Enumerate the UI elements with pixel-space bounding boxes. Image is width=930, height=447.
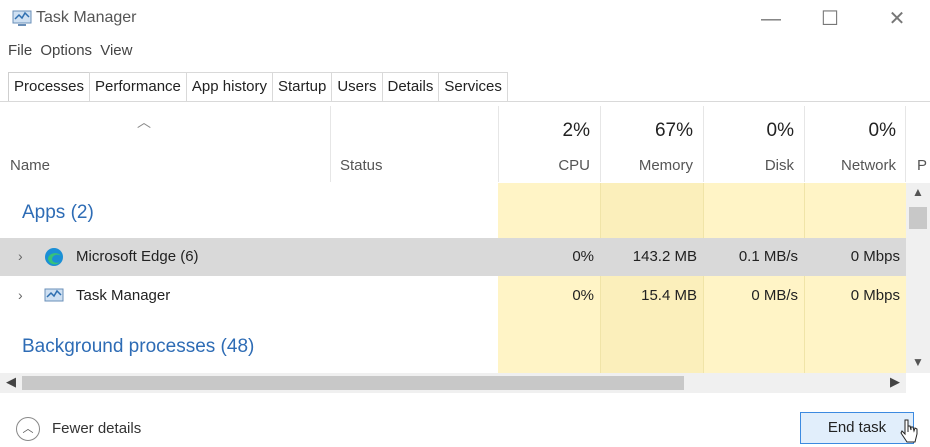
tab-details[interactable]: Details: [381, 72, 440, 101]
menu-view[interactable]: View: [100, 42, 132, 59]
tab-services[interactable]: Services: [438, 72, 508, 101]
network-value: 0 Mbps: [850, 287, 900, 304]
column-header-cpu[interactable]: CPU: [558, 157, 590, 174]
table-row[interactable]: › Task Manager 0% 15.4 MB 0 MB/s 0 Mbps: [0, 277, 910, 315]
column-divider: [703, 106, 704, 182]
sort-caret-icon: ︿: [137, 114, 151, 130]
scroll-down-icon[interactable]: ▼: [906, 355, 930, 369]
end-task-button[interactable]: End task: [800, 412, 914, 444]
scroll-up-icon[interactable]: ▲: [906, 185, 930, 199]
disk-total-percent: 0%: [766, 120, 794, 141]
tab-performance[interactable]: Performance: [89, 72, 187, 101]
column-header-status[interactable]: Status: [340, 157, 383, 174]
group-header-background[interactable]: Background processes (48): [22, 336, 254, 358]
edge-icon: [45, 248, 63, 266]
memory-total-percent: 67%: [654, 120, 693, 141]
column-header-network[interactable]: Network: [841, 157, 896, 174]
vertical-scrollbar[interactable]: ▲ ▼: [906, 183, 930, 373]
expand-chevron-icon[interactable]: ›: [18, 248, 23, 264]
column-header-name[interactable]: Name: [10, 157, 50, 174]
cpu-value: 0%: [572, 287, 594, 304]
cpu-total-percent: 2%: [562, 120, 590, 141]
close-button[interactable]: ✕: [882, 6, 912, 32]
memory-value: 15.4 MB: [641, 287, 697, 304]
scrollbar-thumb[interactable]: [909, 207, 927, 229]
column-divider: [804, 106, 805, 182]
tab-startup[interactable]: Startup: [271, 72, 333, 101]
network-value: 0 Mbps: [850, 248, 900, 265]
scroll-right-icon[interactable]: ▶: [890, 374, 900, 390]
network-total-percent: 0%: [868, 120, 896, 141]
process-name: Task Manager: [76, 287, 171, 304]
title-bar: Task Manager — ☐ ✕: [0, 0, 930, 38]
tab-app-history[interactable]: App history: [185, 72, 273, 101]
minimize-button[interactable]: —: [756, 6, 786, 32]
tab-bar: Processes Performance App history Startu…: [8, 72, 508, 102]
column-divider: [330, 106, 331, 182]
tab-users[interactable]: Users: [331, 72, 383, 101]
menu-options[interactable]: Options: [40, 42, 92, 59]
disk-value: 0.1 MB/s: [738, 248, 798, 265]
maximize-button[interactable]: ☐: [815, 6, 845, 32]
task-manager-icon: [12, 10, 32, 26]
table-row[interactable]: › Microsoft Edge (6) 0% 143.2 MB 0.1 MB/…: [0, 238, 910, 276]
disk-value: 0 MB/s: [751, 287, 798, 304]
column-divider: [600, 106, 601, 182]
column-header-disk[interactable]: Disk: [765, 157, 794, 174]
scroll-left-icon[interactable]: ◀: [6, 374, 16, 390]
column-divider: [905, 106, 906, 182]
tab-processes[interactable]: Processes: [8, 72, 91, 102]
scrollbar-thumb[interactable]: [22, 376, 684, 390]
menu-bar: File Options View: [8, 42, 136, 62]
cpu-value: 0%: [572, 248, 594, 265]
mouse-cursor-icon: [900, 419, 918, 443]
task-manager-icon: [44, 288, 64, 302]
column-divider: [498, 106, 499, 182]
column-header-power[interactable]: P: [917, 157, 927, 174]
process-name: Microsoft Edge (6): [76, 248, 199, 265]
collapse-up-icon[interactable]: ︿: [16, 417, 40, 441]
menu-file[interactable]: File: [8, 42, 32, 59]
footer: ︿ Fewer details End task: [0, 400, 930, 447]
tab-divider: [0, 101, 930, 102]
group-header-apps[interactable]: Apps (2): [22, 202, 94, 224]
column-header-memory[interactable]: Memory: [639, 157, 693, 174]
horizontal-scrollbar[interactable]: ◀ ▶: [0, 373, 906, 393]
expand-chevron-icon[interactable]: ›: [18, 287, 23, 303]
memory-value: 143.2 MB: [632, 248, 697, 265]
window-title: Task Manager: [36, 9, 137, 26]
fewer-details-link[interactable]: Fewer details: [52, 420, 141, 437]
